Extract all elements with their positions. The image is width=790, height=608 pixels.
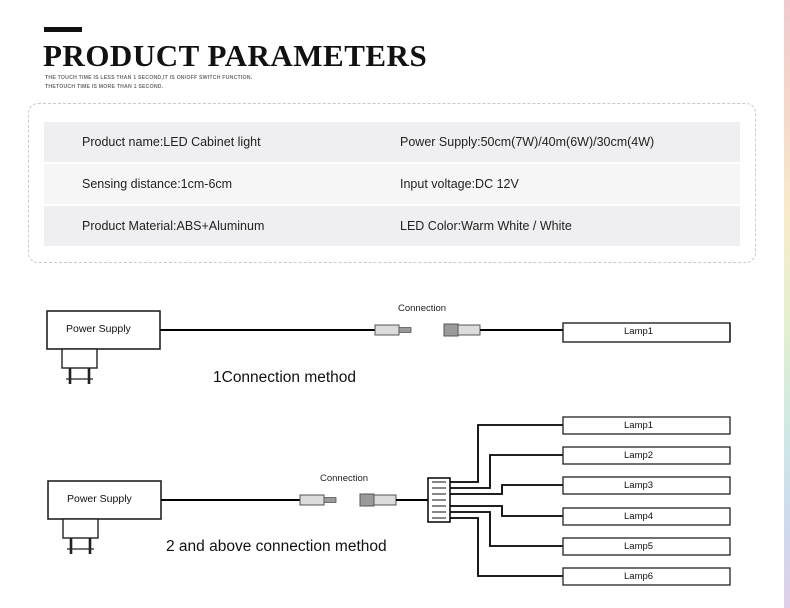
wire-to-lamp-1	[450, 424, 563, 483]
diagram-1-caption: 1Connection method	[213, 369, 357, 386]
product-parameters-page: PRODUCT PARAMETERS THE TOUCH TIME IS LES…	[0, 0, 790, 608]
barrel-plug-male-1	[374, 324, 400, 336]
lamp-label-2-1: Lamp1	[624, 420, 654, 431]
wire-to-lamp-4	[450, 505, 563, 517]
barrel-plug-male-2	[299, 494, 325, 506]
power-supply-label-2: Power Supply	[67, 493, 132, 505]
right-edge-color-strip	[784, 0, 790, 608]
lamp-label-2-4: Lamp4	[624, 511, 654, 522]
power-plug-body-2	[62, 518, 99, 539]
connection-label-2: Connection	[320, 473, 369, 484]
barrel-plug-pin-1	[398, 327, 412, 333]
barrel-jack-body-1	[457, 324, 481, 336]
wiring-diagrams	[46, 310, 731, 586]
wire-to-lamp-3	[450, 484, 563, 495]
power-plug-body-1	[61, 348, 98, 369]
power-supply-label-1: Power Supply	[66, 323, 131, 335]
barrel-jack-female-1	[443, 323, 459, 337]
connection-label-1: Connection	[398, 303, 447, 314]
lamp-label-2-3: Lamp3	[624, 480, 654, 491]
lamp-label-2-6: Lamp6	[624, 571, 654, 582]
wire-to-lamp-2	[450, 454, 563, 489]
lamp-label-1: Lamp1	[624, 326, 654, 337]
lamp-label-2-5: Lamp5	[624, 541, 654, 552]
wire-to-lamp-6	[450, 517, 563, 577]
lamp-label-2-2: Lamp2	[624, 450, 654, 461]
barrel-jack-body-2	[373, 494, 397, 506]
barrel-plug-pin-2	[323, 497, 337, 503]
barrel-jack-female-2	[359, 493, 375, 507]
diagram-2-caption: 2 and above connection method	[166, 538, 387, 555]
